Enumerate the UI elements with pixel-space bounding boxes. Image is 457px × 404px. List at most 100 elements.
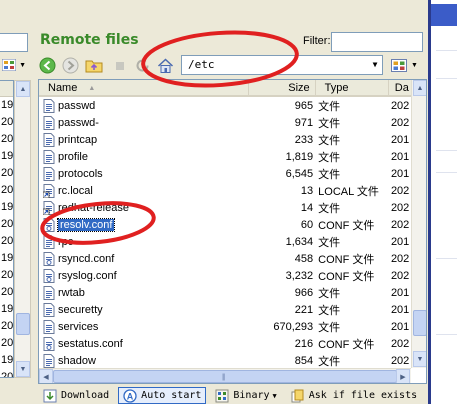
scroll-thumb[interactable] bbox=[16, 313, 30, 335]
file-name: rsyslog.conf bbox=[58, 269, 117, 282]
local-list-item[interactable]: 19- bbox=[0, 199, 13, 216]
remote-view-button[interactable]: ▼ bbox=[391, 56, 425, 75]
local-list-item[interactable]: 20- bbox=[0, 369, 13, 377]
local-list-item[interactable]: 20- bbox=[0, 131, 13, 148]
parent-folder-button[interactable] bbox=[84, 56, 103, 75]
config-file-icon bbox=[43, 268, 55, 283]
grip-icon: ||| bbox=[222, 374, 226, 381]
column-header-size-label: Size bbox=[288, 82, 310, 94]
local-list-item[interactable]: 19- bbox=[0, 97, 13, 114]
column-header-date[interactable]: Da bbox=[389, 80, 411, 96]
local-list-item[interactable]: 20- bbox=[0, 216, 13, 233]
table-row[interactable]: rsyslog.conf 3,232 CONF 文件 202 bbox=[39, 267, 411, 284]
file-date: 201 bbox=[390, 320, 410, 333]
scroll-down-button[interactable]: ▼ bbox=[413, 351, 426, 367]
file-type: LOCAL 文件 bbox=[318, 185, 379, 198]
local-list-item[interactable]: 20- bbox=[0, 165, 13, 182]
local-list-item[interactable]: 20- bbox=[0, 335, 13, 352]
binary-mode-label: Binary bbox=[233, 390, 270, 401]
table-row[interactable]: rpc 1,634 文件 201 bbox=[39, 233, 411, 250]
table-row[interactable]: printcap 233 文件 201 bbox=[39, 131, 411, 148]
transfer-options-bar: Download A Auto start Binary ▼ Ask if fi… bbox=[38, 387, 426, 404]
local-list-item[interactable]: 20- bbox=[0, 284, 13, 301]
download-label: Download bbox=[61, 390, 110, 401]
file-size: 13 bbox=[300, 184, 314, 197]
home-icon bbox=[157, 57, 174, 73]
column-header-size[interactable]: Size bbox=[249, 80, 316, 96]
file-date: 201 bbox=[390, 167, 410, 180]
chevron-down-icon[interactable]: ▼ bbox=[368, 56, 382, 74]
local-view-button[interactable]: ▼ bbox=[0, 56, 28, 74]
stop-button[interactable] bbox=[110, 56, 129, 75]
back-button[interactable] bbox=[38, 56, 57, 75]
table-row[interactable]: resolv.conf 60 CONF 文件 202 bbox=[39, 216, 411, 233]
file-size: 6,545 bbox=[285, 167, 314, 180]
auto-start-toggle[interactable]: A Auto start bbox=[118, 387, 207, 404]
file-name-cell: rsyncd.conf bbox=[39, 251, 251, 266]
local-list-item[interactable]: 19- bbox=[0, 250, 13, 267]
local-list-item[interactable]: 20- bbox=[0, 318, 13, 335]
scroll-thumb[interactable] bbox=[413, 310, 426, 336]
file-name: rwtab bbox=[58, 286, 85, 299]
table-row[interactable]: profile 1,819 文件 201 bbox=[39, 148, 411, 165]
file-exists-icon bbox=[291, 389, 304, 402]
svg-text:A: A bbox=[127, 391, 134, 401]
binary-mode-button[interactable]: Binary ▼ bbox=[210, 387, 281, 404]
table-row[interactable]: passwd- 971 文件 202 bbox=[39, 114, 411, 131]
list-header: Name ▲ Size Type Da bbox=[39, 80, 411, 97]
scroll-right-button[interactable]: ▶ bbox=[396, 369, 410, 383]
horizontal-scrollbar[interactable]: ◀ ||| ▶ bbox=[39, 368, 411, 383]
forward-button[interactable] bbox=[61, 56, 80, 75]
file-date: 201 bbox=[390, 150, 410, 163]
config-file-icon bbox=[43, 336, 55, 351]
local-list-item[interactable]: 20- bbox=[0, 267, 13, 284]
local-list-item[interactable]: 20- bbox=[0, 114, 13, 131]
file-type: 文件 bbox=[318, 100, 341, 113]
local-list-item[interactable]: 19- bbox=[0, 301, 13, 318]
table-row[interactable]: rsyncd.conf 458 CONF 文件 202 bbox=[39, 250, 411, 267]
local-file-list[interactable]: 19-20-20-19-20-20-19-20-20-19-20-20-19-2… bbox=[0, 80, 14, 378]
scroll-down-button[interactable]: ▼ bbox=[16, 361, 30, 377]
local-list-item[interactable]: 20- bbox=[0, 233, 13, 250]
local-list-item[interactable]: 19- bbox=[0, 352, 13, 369]
home-button[interactable] bbox=[156, 56, 175, 75]
file-date: 202 bbox=[390, 99, 410, 112]
scroll-left-button[interactable]: ◀ bbox=[39, 369, 53, 383]
file-name: profile bbox=[58, 150, 88, 163]
local-list-item[interactable]: 20- bbox=[0, 182, 13, 199]
file-icon bbox=[43, 353, 55, 368]
local-vertical-scrollbar[interactable]: ▲ ▼ bbox=[14, 80, 31, 378]
table-row[interactable]: redhat-release 14 文件 202 bbox=[39, 199, 411, 216]
filter-input[interactable] bbox=[331, 32, 423, 52]
file-size: 670,293 bbox=[273, 320, 314, 333]
scroll-thumb[interactable]: ||| bbox=[53, 370, 397, 383]
refresh-button[interactable] bbox=[133, 56, 152, 75]
remote-file-list[interactable]: Name ▲ Size Type Da passwd 965 文件 202 passwd… bbox=[38, 79, 427, 384]
download-button[interactable]: Download bbox=[38, 387, 114, 404]
file-date: 202 bbox=[390, 184, 410, 197]
column-header-type[interactable]: Type bbox=[316, 80, 389, 96]
file-type: 文件 bbox=[318, 117, 341, 130]
table-row[interactable]: securetty 221 文件 201 bbox=[39, 301, 411, 318]
scroll-up-button[interactable]: ▲ bbox=[413, 80, 426, 96]
file-date: 201 bbox=[390, 303, 410, 316]
remote-path-input[interactable]: /etc ▼ bbox=[181, 55, 383, 75]
table-row[interactable]: shadow 854 文件 202 bbox=[39, 352, 411, 369]
scroll-up-button[interactable]: ▲ bbox=[16, 81, 30, 97]
table-row[interactable]: passwd 965 文件 202 bbox=[39, 97, 411, 114]
chevron-down-icon: ▼ bbox=[411, 62, 418, 69]
file-rows: passwd 965 文件 202 passwd- 971 文件 202 printcap 233… bbox=[39, 97, 411, 369]
remote-files-title: Remote files bbox=[40, 32, 139, 48]
file-name: rsyncd.conf bbox=[58, 252, 115, 265]
vertical-scrollbar[interactable]: ▲ ▼ bbox=[411, 80, 426, 368]
table-row[interactable]: rc.local 13 LOCAL 文件 202 bbox=[39, 182, 411, 199]
table-row[interactable]: sestatus.conf 216 CONF 文件 202 bbox=[39, 335, 411, 352]
local-list-item[interactable]: 19- bbox=[0, 148, 13, 165]
table-row[interactable]: protocols 6,545 文件 201 bbox=[39, 165, 411, 182]
table-row[interactable]: rwtab 966 文件 201 bbox=[39, 284, 411, 301]
ask-if-exists-button[interactable]: Ask if file exists bbox=[286, 387, 422, 404]
file-name: securetty bbox=[58, 303, 103, 316]
local-path-input[interactable] bbox=[0, 33, 28, 52]
column-header-name[interactable]: Name ▲ bbox=[39, 80, 250, 96]
table-row[interactable]: services 670,293 文件 201 bbox=[39, 318, 411, 335]
